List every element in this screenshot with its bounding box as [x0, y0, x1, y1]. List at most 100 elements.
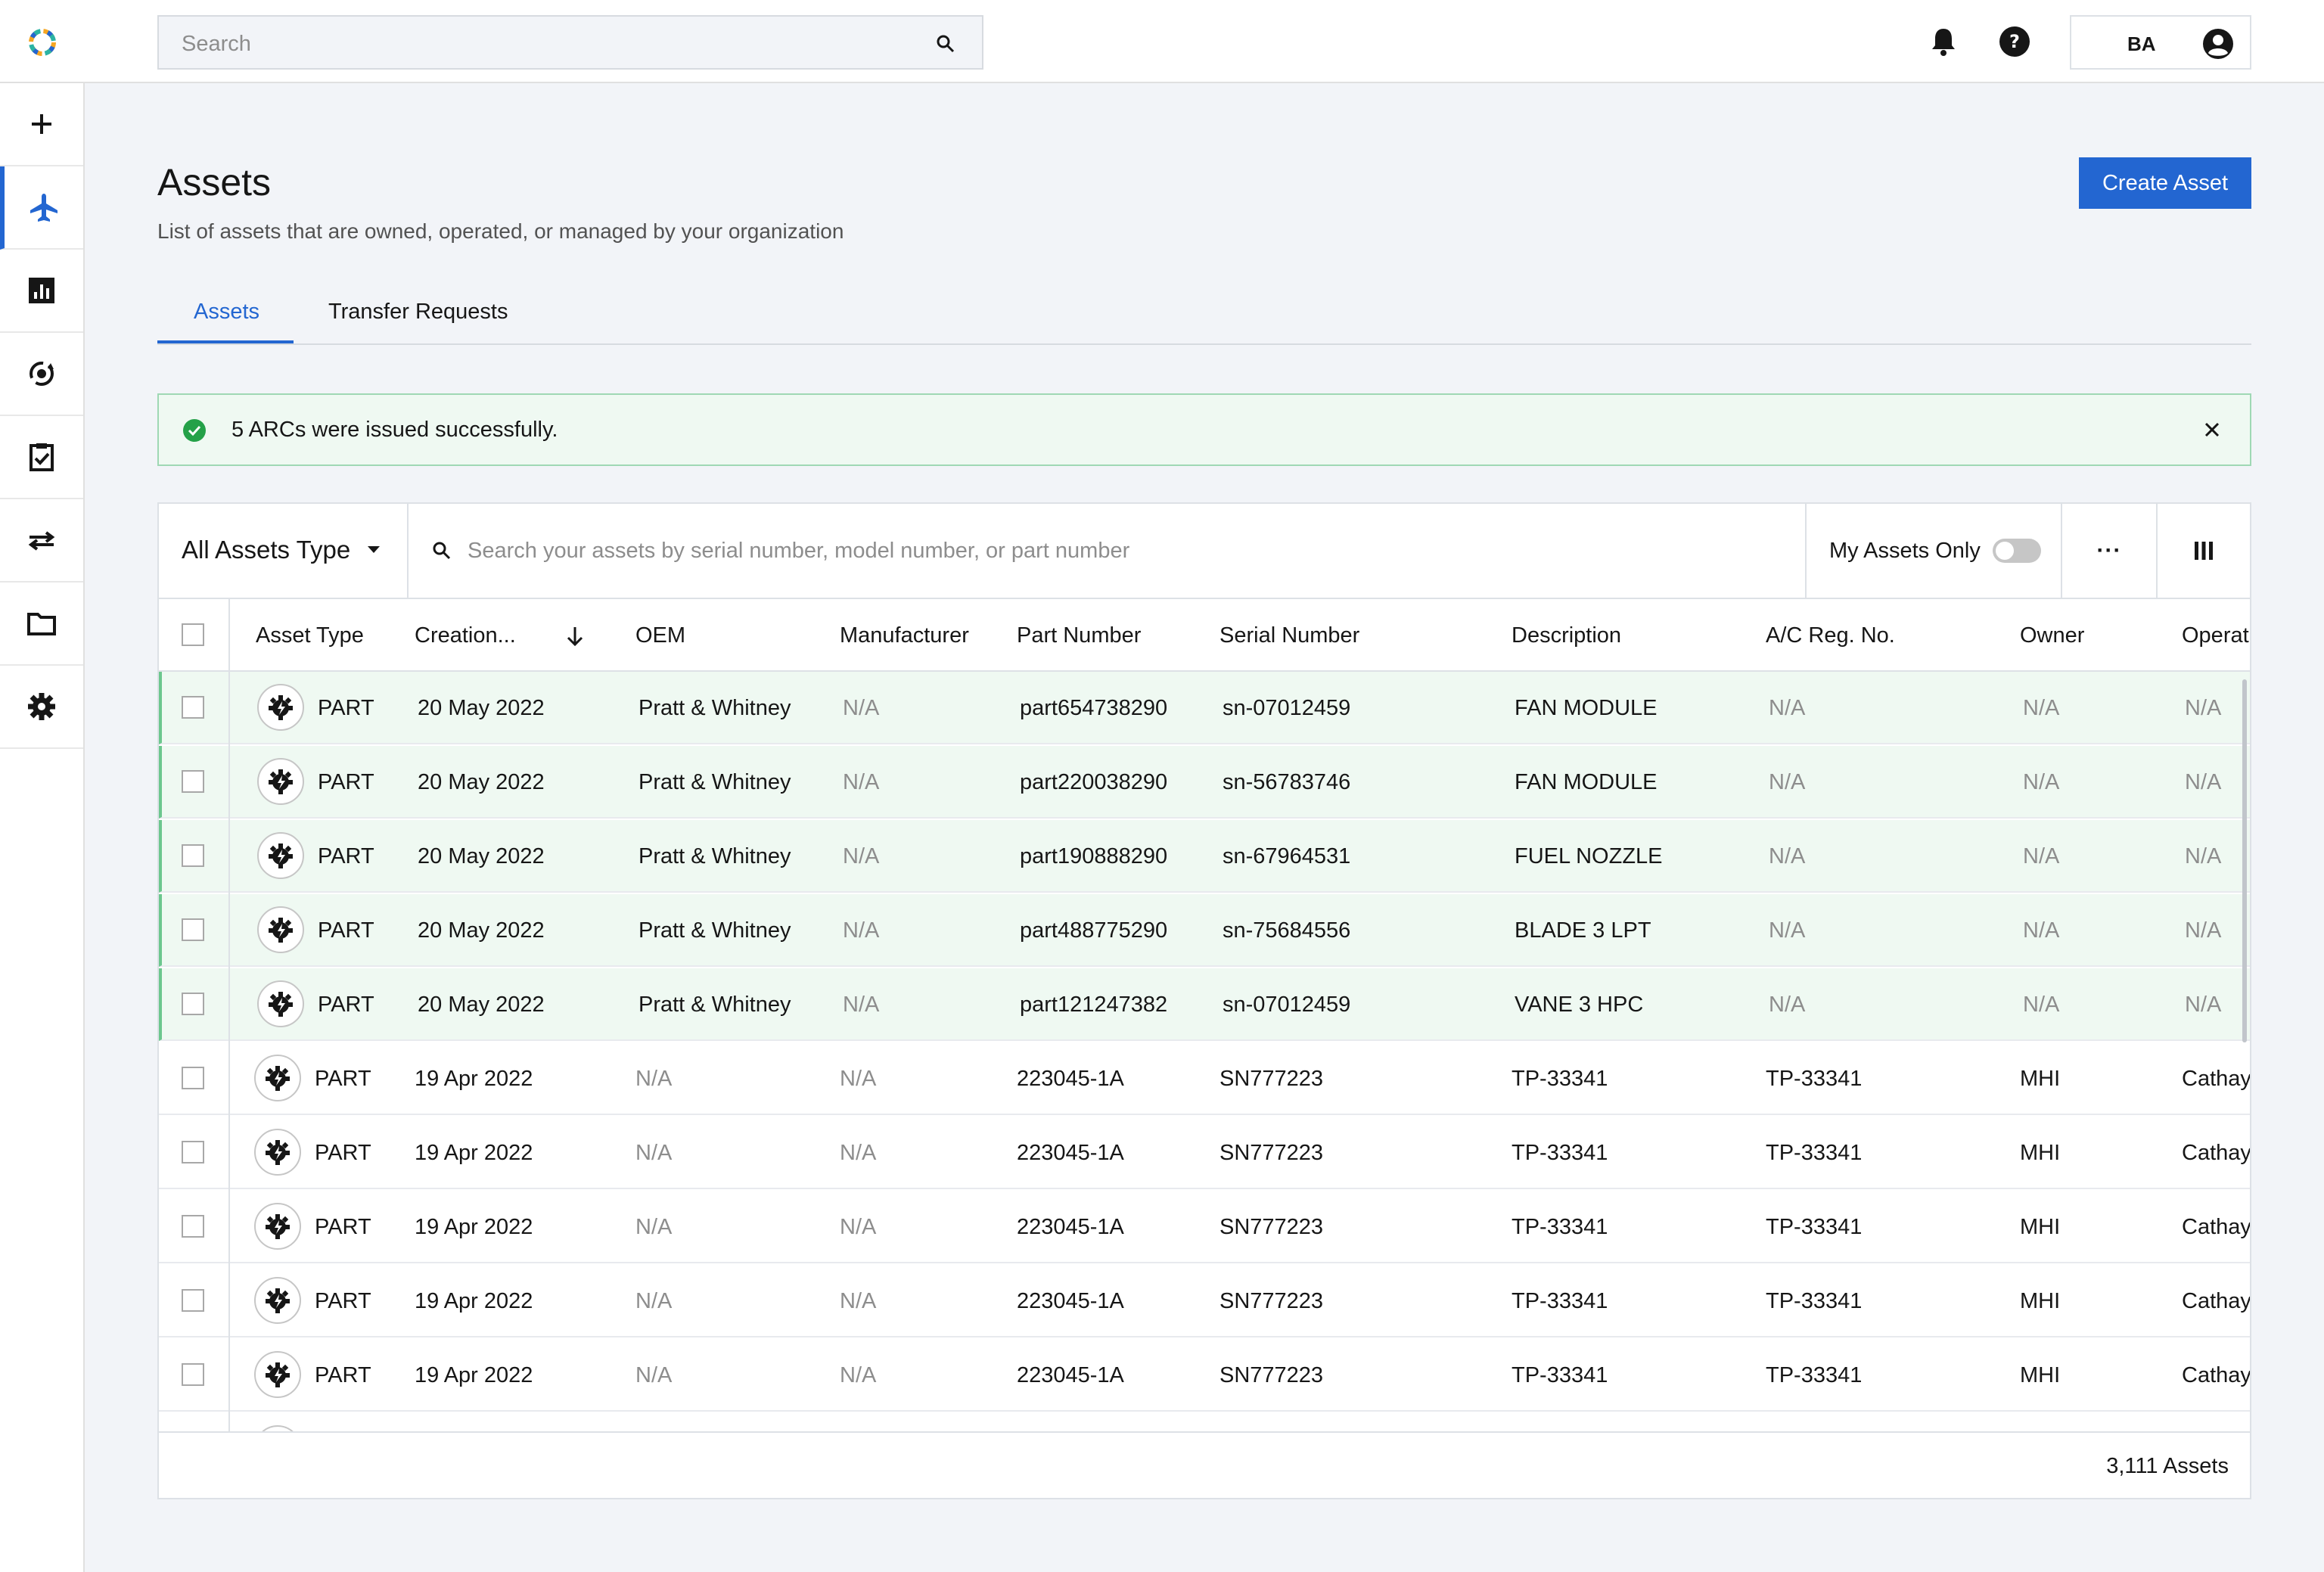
close-icon[interactable] — [2198, 416, 2226, 443]
active-tab-indicator — [157, 340, 294, 343]
cell-operator: N/A — [2185, 844, 2222, 868]
create-asset-button[interactable]: Create Asset — [2079, 157, 2251, 209]
row-checkbox[interactable] — [182, 1067, 204, 1089]
column-header-part-number[interactable]: Part Number — [1017, 623, 1141, 648]
cell-creation-date: 19 Apr 2022 — [415, 1215, 533, 1239]
table-row[interactable]: PART 20 May 2022 Pratt & Whitney N/A part190… — [159, 820, 2250, 893]
row-checkbox[interactable] — [182, 993, 204, 1015]
select-all-checkbox[interactable] — [182, 623, 204, 646]
table-row[interactable]: PART 19 Apr 2022 N/A N/A 223045-1A SN777223 TP… — [159, 1117, 2250, 1189]
row-checkbox[interactable] — [182, 1363, 204, 1386]
table-row[interactable]: PART 20 May 2022 Pratt & Whitney N/A part654… — [159, 672, 2250, 744]
sidebar-item-maintenance[interactable] — [0, 333, 83, 416]
row-checkbox[interactable] — [182, 844, 204, 867]
cell-owner: N/A — [2023, 918, 2060, 943]
row-checkbox[interactable] — [182, 1289, 204, 1312]
cell-manufacturer: N/A — [843, 844, 880, 868]
cell-manufacturer: N/A — [843, 918, 880, 943]
tab-assets[interactable]: Assets — [194, 300, 259, 325]
table-row[interactable]: PART 19 Apr 2022 N/A N/A 223045-1A SN777223 TP… — [159, 1339, 2250, 1412]
column-header-creation[interactable]: Creation... — [415, 623, 516, 648]
global-search-input[interactable]: Search — [157, 15, 983, 70]
cell-part-number: 223045-1A — [1017, 1215, 1124, 1239]
table-row[interactable]: PART 20 May 2022 Pratt & Whitney N/A part488… — [159, 894, 2250, 967]
table-row[interactable]: PART 19 Apr 2022 N/A N/A 223045-1A SN777223 TP… — [159, 1265, 2250, 1337]
row-checkbox[interactable] — [182, 770, 204, 793]
cell-part-number: 223045-1A — [1017, 1067, 1124, 1091]
cell-asset-type: PART — [318, 696, 374, 720]
sidebar-item-add[interactable] — [0, 83, 83, 166]
bell-icon[interactable] — [1925, 23, 1962, 61]
sidebar-item-settings[interactable] — [0, 666, 83, 749]
sidebar-item-transfers[interactable] — [0, 499, 83, 583]
column-settings-button[interactable] — [2156, 504, 2250, 598]
cell-serial-number: sn-07012459 — [1223, 993, 1351, 1017]
row-checkbox[interactable] — [182, 696, 204, 719]
table-row[interactable]: PART 19 Apr 2022 N/A N/A 223045-1A SN777223 TP… — [159, 1191, 2250, 1263]
cell-creation-date: 20 May 2022 — [418, 696, 545, 720]
column-header-owner[interactable]: Owner — [2020, 623, 2084, 648]
cell-operator: N/A — [2185, 918, 2222, 943]
user-menu[interactable]: BA — [2070, 15, 2251, 70]
cell-owner: N/A — [2023, 696, 2060, 720]
tab-transfer-requests[interactable]: Transfer Requests — [328, 300, 508, 325]
asset-type-dropdown-value: All Assets Type — [182, 536, 351, 564]
sidebar — [0, 83, 85, 1572]
sidebar-item-tasks[interactable] — [0, 416, 83, 499]
sort-descending-icon[interactable] — [564, 625, 586, 648]
cell-part-number: part220038290 — [1020, 770, 1168, 794]
table-scrollbar[interactable] — [2242, 679, 2247, 1042]
cell-ac-reg-no: TP-33341 — [1766, 1067, 1863, 1091]
cell-manufacturer: N/A — [840, 1363, 877, 1387]
cell-description: BLADE 3 LPT — [1515, 918, 1651, 943]
cell-oem: N/A — [635, 1141, 673, 1165]
cell-oem: N/A — [635, 1215, 673, 1239]
help-icon[interactable]: ? — [1996, 23, 2034, 61]
cell-serial-number: sn-75684556 — [1223, 918, 1351, 943]
row-checkbox[interactable] — [182, 1215, 204, 1238]
row-checkbox[interactable] — [182, 1141, 204, 1163]
table-row[interactable]: PART 19 Apr 2022 N/A N/A 223045-1A SN777223 TP… — [159, 1042, 2250, 1115]
overflow-menu-button[interactable]: ··· — [2061, 504, 2156, 598]
sidebar-item-assets[interactable] — [0, 166, 83, 250]
column-header-oem[interactable]: OEM — [635, 623, 685, 648]
asset-search-input[interactable]: Search your assets by serial number, mod… — [409, 504, 1797, 598]
cell-operator: Cathay — [2182, 1289, 2250, 1313]
part-gear-icon — [257, 906, 304, 953]
cell-manufacturer: N/A — [843, 993, 880, 1017]
column-header-asset-type[interactable]: Asset Type — [256, 623, 364, 648]
cell-description: VANE 3 HPC — [1515, 993, 1644, 1017]
column-header-serial-number[interactable]: Serial Number — [1219, 623, 1359, 648]
column-header-description[interactable]: Description — [1512, 623, 1621, 648]
column-header-manufacturer[interactable]: Manufacturer — [840, 623, 969, 648]
asset-type-dropdown[interactable]: All Assets Type — [159, 504, 409, 598]
airplane-icon — [30, 194, 57, 222]
columns-icon — [2195, 542, 2213, 560]
cell-ac-reg-no: TP-33341 — [1766, 1289, 1863, 1313]
asset-search-placeholder: Search your assets by serial number, mod… — [468, 539, 1130, 563]
table-header: Asset Type Creation... OEM Manufacturer … — [159, 599, 2250, 672]
sidebar-item-documents[interactable] — [0, 583, 83, 666]
table-row[interactable]: PART 20 May 2022 Pratt & Whitney N/A part121… — [159, 968, 2250, 1041]
column-header-ac-reg-no[interactable]: A/C Reg. No. — [1766, 623, 1895, 648]
row-checkbox[interactable] — [182, 918, 204, 941]
cell-creation-date: 19 Apr 2022 — [415, 1363, 533, 1387]
cycle-icon — [30, 362, 54, 386]
column-header-operator[interactable]: Operat — [2182, 623, 2249, 648]
cell-asset-type: PART — [315, 1289, 371, 1313]
app-logo-icon[interactable] — [26, 26, 59, 59]
cell-manufacturer: N/A — [843, 696, 880, 720]
sidebar-item-reports[interactable] — [0, 250, 83, 333]
my-assets-label: My Assets Only — [1829, 539, 1981, 563]
success-notification: 5 ARCs were issued successfully. — [157, 393, 2251, 466]
cell-creation-date: 20 May 2022 — [418, 844, 545, 868]
table-row[interactable] — [159, 1413, 2250, 1431]
my-assets-toggle[interactable] — [1993, 539, 2041, 563]
part-gear-icon — [257, 832, 304, 879]
search-icon[interactable] — [935, 33, 956, 54]
user-initials: BA — [2127, 33, 2156, 55]
global-search-placeholder: Search — [182, 32, 251, 56]
table-row[interactable]: PART 20 May 2022 Pratt & Whitney N/A part220… — [159, 746, 2250, 819]
cell-oem: Pratt & Whitney — [638, 993, 791, 1017]
chart-icon — [29, 278, 54, 303]
